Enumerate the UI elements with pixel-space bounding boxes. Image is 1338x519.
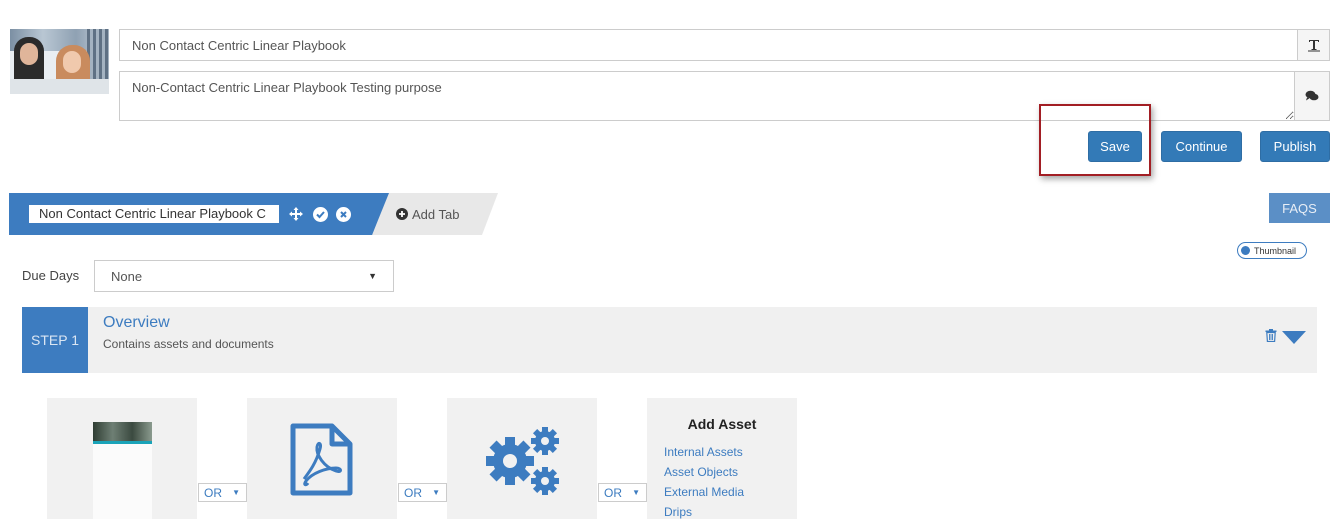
comment-icon [1305,90,1319,101]
save-button[interactable]: Save [1088,131,1142,162]
or-select-1[interactable]: OR ▼ [198,483,247,502]
add-tab-button[interactable]: Add Tab [396,205,459,223]
close-circle-icon [335,206,351,222]
faqs-button[interactable]: FAQS [1269,193,1330,223]
step-title[interactable]: Overview [103,314,170,332]
pdf-file-icon [290,423,353,496]
thumbnail-toggle-label: Thumbnail [1254,245,1297,256]
or-select-2[interactable]: OR ▼ [398,483,447,502]
select-arrow-icon: ▼ [632,488,640,497]
add-asset-title: Add Asset [687,416,757,432]
asset-card-integration[interactable] [447,398,597,519]
delete-step-button[interactable] [1265,329,1277,347]
step-badge: STEP 1 [22,307,88,373]
trash-icon [1265,329,1277,343]
confirm-tab-button[interactable] [312,206,328,222]
move-icon [289,207,303,221]
or-select-3[interactable]: OR ▼ [598,483,647,502]
caret-down-icon[interactable] [1282,331,1306,344]
text-format-button[interactable] [1297,29,1330,61]
select-arrow-icon: ▼ [368,271,377,281]
playbook-thumbnail[interactable] [10,29,109,94]
asset-image-preview [93,422,152,519]
step-subtitle: Contains assets and documents [103,337,274,351]
asset-card-image[interactable] [47,398,197,519]
playbook-title-input[interactable] [119,29,1297,61]
photo-face-2 [63,51,81,73]
due-days-label: Due Days [22,268,80,283]
move-tab-button[interactable] [288,206,304,222]
or-label: OR [404,485,422,500]
asset-image-thumb [93,422,152,441]
external-media-link[interactable]: External Media [664,485,744,499]
due-days-value: None [111,268,143,284]
select-arrow-icon: ▼ [432,488,440,497]
internal-assets-link[interactable]: Internal Assets [664,445,743,459]
comment-button[interactable] [1295,71,1330,121]
continue-button[interactable]: Continue [1161,131,1242,162]
add-tab-label: Add Tab [412,206,460,222]
or-label: OR [204,485,222,500]
photo-face-1 [20,43,38,65]
asset-objects-link[interactable]: Asset Objects [664,465,738,479]
check-circle-icon [312,206,328,222]
due-days-select[interactable]: None ▼ [94,260,394,292]
gears-icon [486,427,559,495]
asset-image-strip [93,441,152,444]
drips-link[interactable]: Drips [664,505,692,519]
tab-name-input[interactable] [29,205,279,223]
toggle-knob [1241,246,1250,255]
photo-desk [10,79,109,94]
asset-card-pdf[interactable] [247,398,397,519]
select-arrow-icon: ▼ [232,488,240,497]
thumbnail-toggle[interactable]: Thumbnail [1237,242,1307,259]
text-format-icon [1307,40,1320,52]
delete-tab-button[interactable] [335,206,351,222]
or-label: OR [604,485,622,500]
plus-circle-icon [396,208,408,220]
publish-button[interactable]: Publish [1260,131,1330,162]
